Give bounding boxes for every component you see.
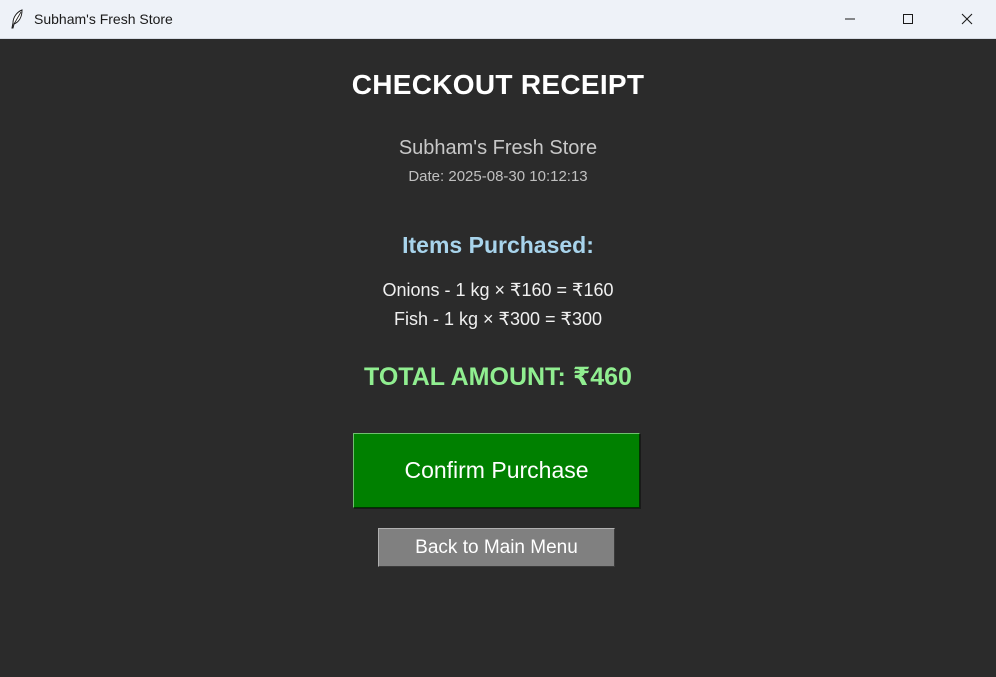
title-bar[interactable]: Subham's Fresh Store: [0, 0, 996, 39]
minimize-button[interactable]: [821, 0, 879, 38]
items-heading: Items Purchased:: [402, 232, 594, 258]
confirm-purchase-button[interactable]: Confirm Purchase: [353, 433, 640, 508]
window-title: Subham's Fresh Store: [34, 11, 173, 27]
receipt-date: Date: 2025-08-30 10:12:13: [408, 168, 588, 185]
confirm-purchase-label: Confirm Purchase: [404, 457, 589, 483]
minimize-icon: [845, 18, 855, 20]
list-item: Onions - 1 kg × ₹160 = ₹160: [382, 280, 614, 300]
app-window: Subham's Fresh Store CHECKOUT RECEIPT Su…: [0, 0, 996, 677]
total-amount: TOTAL AMOUNT: ₹460: [364, 363, 632, 391]
back-to-main-menu-button[interactable]: Back to Main Menu: [378, 528, 615, 567]
list-item: Fish - 1 kg × ₹300 = ₹300: [393, 309, 603, 329]
store-name: Subham's Fresh Store: [398, 137, 598, 159]
maximize-icon: [903, 14, 913, 24]
receipt-panel: CHECKOUT RECEIPT Subham's Fresh Store Da…: [0, 39, 996, 677]
close-icon: [961, 13, 973, 25]
feather-icon: [11, 9, 23, 29]
items-list: Onions - 1 kg × ₹160 = ₹160 Fish - 1 kg …: [0, 279, 996, 337]
maximize-button[interactable]: [879, 0, 937, 38]
close-button[interactable]: [938, 0, 996, 38]
back-to-main-menu-label: Back to Main Menu: [415, 536, 578, 558]
page-title: CHECKOUT RECEIPT: [351, 69, 645, 100]
